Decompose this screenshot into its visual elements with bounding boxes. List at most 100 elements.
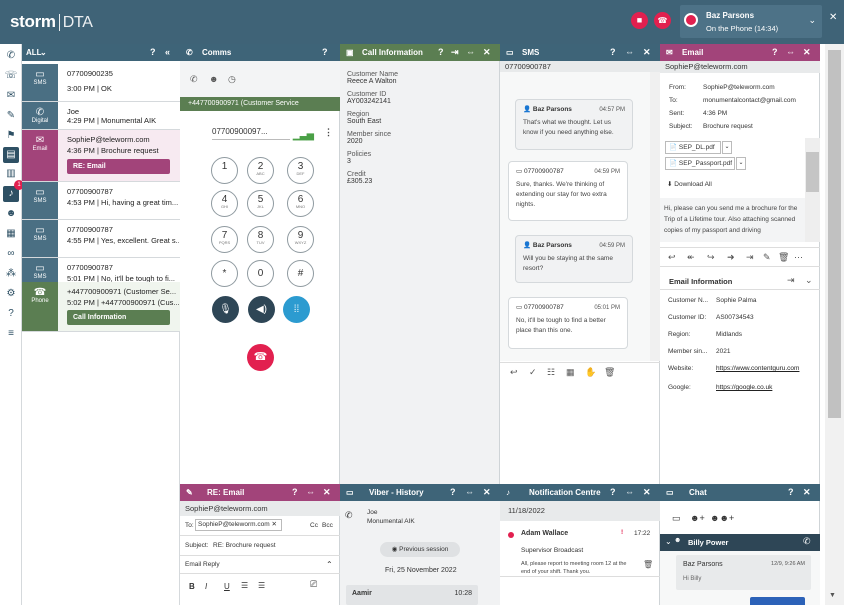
speaker-button[interactable]: ◀) bbox=[248, 296, 275, 323]
queue-item-active[interactable]: ✉ Email SophieP@teleworm.com 4:36 PM | Br… bbox=[22, 130, 180, 182]
expand-icon[interactable]: ⇔ bbox=[306, 484, 315, 501]
forward-back-icon[interactable]: ↪ bbox=[707, 252, 715, 263]
help-icon[interactable]: ? bbox=[450, 484, 456, 501]
chat-conversation-header[interactable]: ⌄ ☻ Billy Power ✆ bbox=[660, 534, 820, 551]
popout-icon[interactable]: ⇥ bbox=[787, 275, 795, 286]
italic-icon[interactable]: I bbox=[205, 582, 207, 591]
edit-icon[interactable]: ✎ bbox=[3, 108, 19, 124]
cc-link[interactable]: Cc bbox=[310, 522, 318, 529]
chevron-up-icon[interactable]: ⌃ bbox=[326, 560, 333, 569]
to-recipient-chip[interactable]: SophieP@teleworm.com ✕ bbox=[195, 519, 282, 531]
dial-key-2[interactable]: 2 ABC bbox=[247, 157, 274, 184]
menu-icon[interactable]: ≡ bbox=[3, 326, 19, 342]
close-icon[interactable]: ✕ bbox=[643, 484, 651, 501]
help-icon[interactable]: ? bbox=[610, 484, 616, 501]
queue-item[interactable]: ✆ Digital Joe 4:29 PM | Monumental AIK bbox=[22, 102, 180, 130]
help-icon[interactable]: ? bbox=[438, 44, 444, 61]
sms-scrollbar[interactable] bbox=[650, 72, 660, 361]
delete-icon[interactable]: 🗑 bbox=[778, 252, 789, 263]
page-scroll-thumb[interactable] bbox=[828, 50, 841, 418]
help-icon[interactable]: ? bbox=[788, 484, 794, 501]
templates-icon[interactable]: ⎚ bbox=[310, 579, 317, 590]
reply-icon[interactable]: ↩ bbox=[510, 367, 518, 378]
email-scroll-thumb[interactable] bbox=[806, 152, 819, 192]
settings-icon[interactable]: ⚙ bbox=[3, 286, 19, 302]
dial-key-1[interactable]: 1 bbox=[211, 157, 238, 184]
help-icon[interactable]: ? bbox=[772, 44, 778, 61]
agent-status-dropdown[interactable]: Baz Parsons On the Phone (14:34) ⌄ bbox=[680, 5, 822, 38]
expand-icon[interactable]: ⇔ bbox=[465, 484, 474, 501]
contacts-tab-icon[interactable]: ☻ bbox=[209, 74, 218, 84]
popout-icon[interactable]: ⇥ bbox=[451, 44, 459, 61]
close-icon[interactable]: ✕ bbox=[643, 44, 651, 61]
dial-key-4[interactable]: 4 GHI bbox=[211, 190, 238, 217]
dial-key-7[interactable]: 7 PQRS bbox=[211, 226, 238, 253]
expand-icon[interactable]: ⇔ bbox=[625, 44, 634, 61]
transfer-icon[interactable]: ⇥ bbox=[746, 252, 754, 263]
previous-session-button[interactable]: ◉ Previous session bbox=[380, 542, 460, 557]
add-user-icon[interactable]: ☻+ bbox=[690, 513, 705, 523]
bullet-list-icon[interactable]: ☰ bbox=[241, 581, 248, 590]
new-chat-icon[interactable]: ▭ bbox=[672, 513, 681, 524]
close-window-button[interactable]: ✕ bbox=[829, 12, 837, 23]
forward-icon[interactable]: ➜ bbox=[727, 252, 735, 263]
underline-icon[interactable]: U bbox=[224, 582, 230, 591]
close-icon[interactable]: ✕ bbox=[483, 44, 491, 61]
help-icon[interactable]: ? bbox=[3, 306, 19, 322]
dial-key-3[interactable]: 3 DEF bbox=[287, 157, 314, 184]
queue-item-call[interactable]: ☎ Phone +447700900971 (Customer Se... 5:0… bbox=[22, 282, 180, 332]
hierarchy-icon[interactable]: ⁂ bbox=[3, 266, 19, 282]
edit-icon[interactable]: ✎ bbox=[763, 252, 771, 263]
dial-number-input[interactable]: 07700900097... bbox=[212, 127, 290, 140]
dial-key-9[interactable]: 9 WXYZ bbox=[287, 226, 314, 253]
dial-key-star[interactable]: * bbox=[211, 260, 238, 287]
templates-icon[interactable]: ☷ bbox=[547, 367, 555, 378]
help-icon[interactable]: ? bbox=[150, 44, 156, 61]
reply-type-select[interactable]: Email Reply bbox=[185, 561, 220, 568]
delete-icon[interactable]: 🗑 bbox=[643, 560, 653, 569]
dial-key-6[interactable]: 6 MNO bbox=[287, 190, 314, 217]
google-link[interactable]: https://google.co.uk bbox=[716, 384, 772, 391]
chevron-down-icon[interactable]: ⌄ bbox=[722, 141, 732, 154]
close-icon[interactable]: ✕ bbox=[483, 484, 491, 501]
close-icon[interactable]: ✕ bbox=[323, 484, 331, 501]
hangup-button[interactable]: ☎ bbox=[654, 12, 671, 29]
add-group-icon[interactable]: ☻☻+ bbox=[710, 513, 734, 523]
expand-icon[interactable]: ⇔ bbox=[786, 44, 795, 61]
stop-recording-button[interactable]: ■ bbox=[631, 12, 648, 29]
queue-item[interactable]: ▭ SMS 07700900787 4:53 PM | Hi, having a … bbox=[22, 182, 180, 220]
end-call-button[interactable]: ☎ bbox=[247, 344, 274, 371]
mail-icon[interactable]: ✉ bbox=[3, 88, 19, 104]
reply-icon[interactable]: ↩ bbox=[668, 252, 676, 263]
subject-input[interactable]: RE: Brochure request bbox=[213, 542, 276, 549]
close-icon[interactable]: ✕ bbox=[803, 44, 811, 61]
mute-button[interactable]: 🎙 bbox=[212, 296, 239, 323]
chevron-down-icon[interactable]: ⌄ bbox=[736, 157, 746, 170]
attachment-chip[interactable]: 📄 SEP_Passport.pdf bbox=[665, 157, 735, 170]
active-call-bar[interactable]: +447700900971 (Customer Service bbox=[180, 97, 340, 111]
help-icon[interactable]: ? bbox=[610, 44, 616, 61]
history-tab-icon[interactable]: ◷ bbox=[228, 74, 236, 85]
number-list-icon[interactable]: ☰ bbox=[258, 581, 265, 590]
calendar-icon[interactable]: ▦ bbox=[3, 226, 19, 242]
delete-icon[interactable]: 🗑 bbox=[604, 367, 615, 378]
flag-icon[interactable]: ⚑ bbox=[3, 128, 19, 144]
dialpad-tab-icon[interactable]: ✆ bbox=[190, 74, 198, 85]
queue-item[interactable]: ▭ SMS 07700900235 3:00 PM | OK bbox=[22, 64, 180, 102]
more-options-icon[interactable]: ⋮ bbox=[324, 127, 333, 138]
download-all-link[interactable]: ⬇ Download All bbox=[667, 180, 712, 188]
phone-icon[interactable]: ✆ bbox=[3, 48, 19, 64]
phone-icon[interactable]: ✆ bbox=[803, 536, 811, 547]
expand-icon[interactable]: ⇔ bbox=[466, 44, 475, 61]
team-icon[interactable]: ☻ bbox=[3, 206, 19, 222]
keypad-button[interactable]: ⁞⁞ bbox=[283, 296, 310, 323]
complete-icon[interactable]: ✓ bbox=[529, 367, 537, 378]
attachment-chip[interactable]: 📄 SEP_DL.pdf bbox=[665, 141, 721, 154]
re-email-button[interactable]: RE: Email bbox=[67, 159, 170, 174]
dial-key-0[interactable]: 0 bbox=[247, 260, 274, 287]
calendar-icon[interactable]: ▦ bbox=[566, 367, 575, 378]
voicemail-icon[interactable]: ∞ bbox=[3, 246, 19, 262]
hold-icon[interactable]: ✋ bbox=[585, 367, 596, 378]
expand-icon[interactable]: ⇔ bbox=[625, 484, 634, 501]
reply-all-icon[interactable]: ↞ bbox=[687, 252, 695, 263]
